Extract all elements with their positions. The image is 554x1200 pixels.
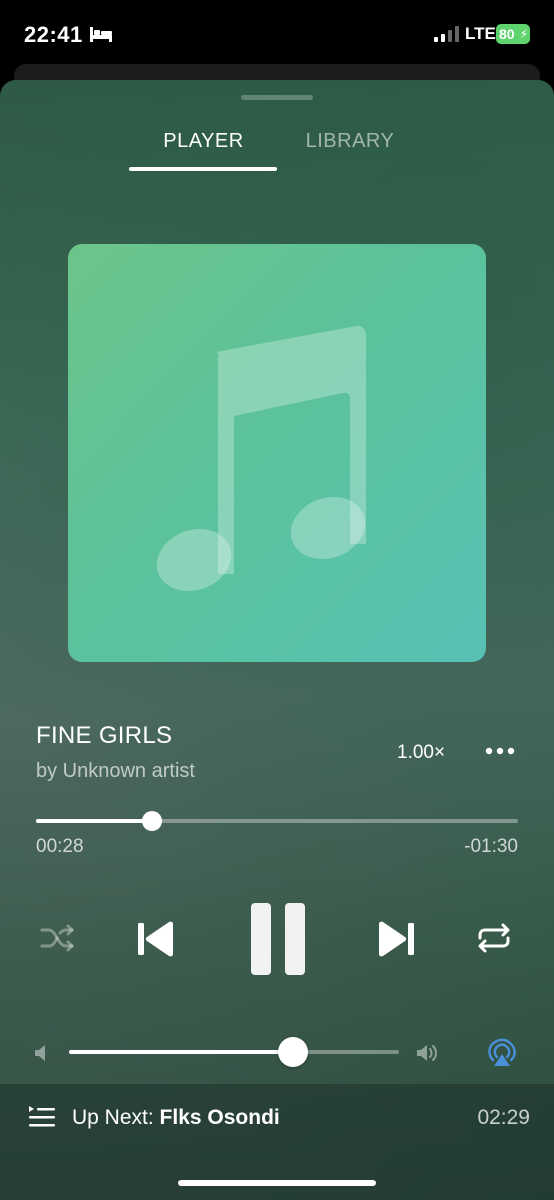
volume-fill: [69, 1050, 294, 1054]
repeat-icon[interactable]: [476, 922, 512, 954]
volume-knob[interactable]: [278, 1037, 309, 1067]
remaining-time: -01:30: [464, 836, 518, 857]
pause-icon[interactable]: [250, 902, 306, 976]
up-next-prefix: Up Next:: [72, 1106, 154, 1129]
tab-active-indicator: [129, 167, 277, 171]
status-time: 22:41: [24, 22, 83, 47]
battery-indicator: 80 ⚡: [496, 24, 530, 44]
progress-knob[interactable]: [141, 811, 162, 831]
shuffle-icon[interactable]: [40, 922, 76, 954]
bed-icon: [90, 27, 112, 42]
battery-level: 80: [499, 26, 515, 42]
previous-icon[interactable]: [136, 920, 176, 958]
tab-player[interactable]: PLAYER: [130, 130, 277, 153]
signal-icon: [434, 26, 459, 42]
next-icon[interactable]: [376, 920, 416, 958]
volume-slider[interactable]: [69, 1050, 399, 1054]
up-next-duration: 02:29: [477, 1106, 530, 1129]
track-artist: by Unknown artist: [36, 760, 195, 782]
elapsed-time: 00:28: [36, 836, 84, 857]
player-sheet: PLAYER LIBRARY FINE GIRLS by Unknown art…: [0, 80, 554, 1200]
up-next-track: Flks Osondi: [159, 1106, 280, 1129]
airplay-icon[interactable]: [486, 1038, 518, 1068]
home-indicator[interactable]: [178, 1180, 376, 1186]
music-note-icon: [156, 325, 366, 592]
more-options-icon[interactable]: [484, 744, 516, 758]
volume-min-icon: [35, 1045, 45, 1061]
progress-slider[interactable]: [36, 819, 518, 823]
up-next-label: Up Next: Flks Osondi: [72, 1106, 280, 1130]
track-title: FINE GIRLS: [36, 722, 173, 749]
bolt-icon: ⚡: [519, 27, 528, 41]
status-bar: 22:41 LTE 80 ⚡: [0, 0, 554, 64]
up-next-bar[interactable]: Up Next: Flks Osondi 02:29: [0, 1084, 554, 1200]
queue-list-icon[interactable]: [28, 1105, 56, 1129]
sheet-grabber[interactable]: [241, 95, 313, 100]
playback-speed-button[interactable]: 1.00×: [397, 742, 445, 764]
progress-fill: [36, 819, 152, 823]
volume-max-icon: [417, 1045, 437, 1061]
network-type: LTE: [465, 24, 496, 43]
album-artwork: [68, 244, 486, 662]
tab-library[interactable]: LIBRARY: [285, 130, 415, 153]
